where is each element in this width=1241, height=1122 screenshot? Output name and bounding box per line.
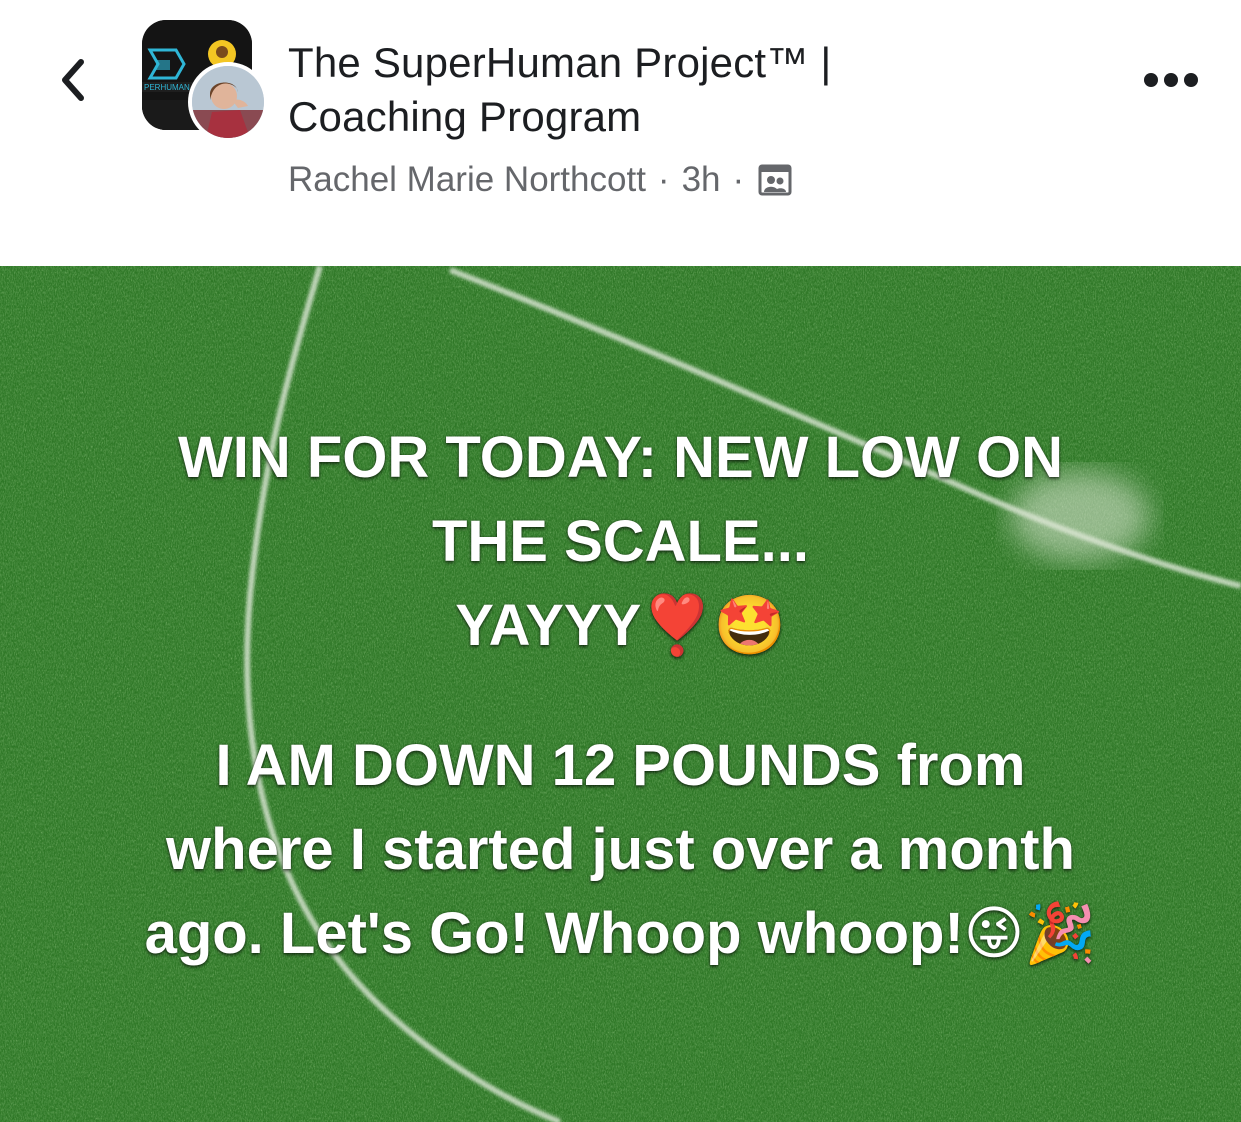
author-name[interactable]: Rachel Marie Northcott [288, 160, 646, 200]
meta-separator: · [657, 160, 670, 199]
post-header: PERHUMAN The SuperHuman Project™ | Coach… [0, 0, 1241, 266]
author-avatar[interactable] [188, 62, 268, 142]
group-title-line-1: The SuperHuman Project™ | [288, 39, 832, 86]
post-text-line: ago. Let's Go! Whoop whoop!😜🎉 [144, 901, 1097, 966]
more-options-button[interactable] [1138, 58, 1204, 102]
chevron-left-icon [62, 59, 84, 101]
more-options-icon [1144, 73, 1198, 87]
post-image[interactable]: WIN FOR TODAY: NEW LOW ON THE SCALE... Y… [0, 266, 1241, 1122]
post-text-line: where I started just over a month [166, 817, 1075, 882]
post-timestamp[interactable]: 3h [682, 160, 721, 200]
meta-separator: · [732, 160, 745, 199]
back-button[interactable] [44, 48, 100, 112]
post-caption: WIN FOR TODAY: NEW LOW ON THE SCALE... Y… [0, 416, 1241, 976]
post-text-line: WIN FOR TODAY: NEW LOW ON [178, 425, 1063, 490]
group-avatar-label: PERHUMAN [144, 83, 190, 92]
avatar-group[interactable]: PERHUMAN [142, 20, 270, 142]
group-title[interactable]: The SuperHuman Project™ | Coaching Progr… [288, 36, 988, 144]
post-text-line: THE SCALE... [431, 509, 810, 574]
group-title-line-2: Coaching Program [288, 93, 642, 140]
post-text-line: YAYYY❣️🤩 [455, 593, 786, 658]
post-text-spacer [0, 668, 1241, 724]
private-group-icon [758, 163, 792, 197]
author-photo [192, 66, 264, 138]
post-text-line: I AM DOWN 12 POUNDS from [215, 733, 1026, 798]
post-meta: Rachel Marie Northcott · 3h · [288, 155, 792, 205]
